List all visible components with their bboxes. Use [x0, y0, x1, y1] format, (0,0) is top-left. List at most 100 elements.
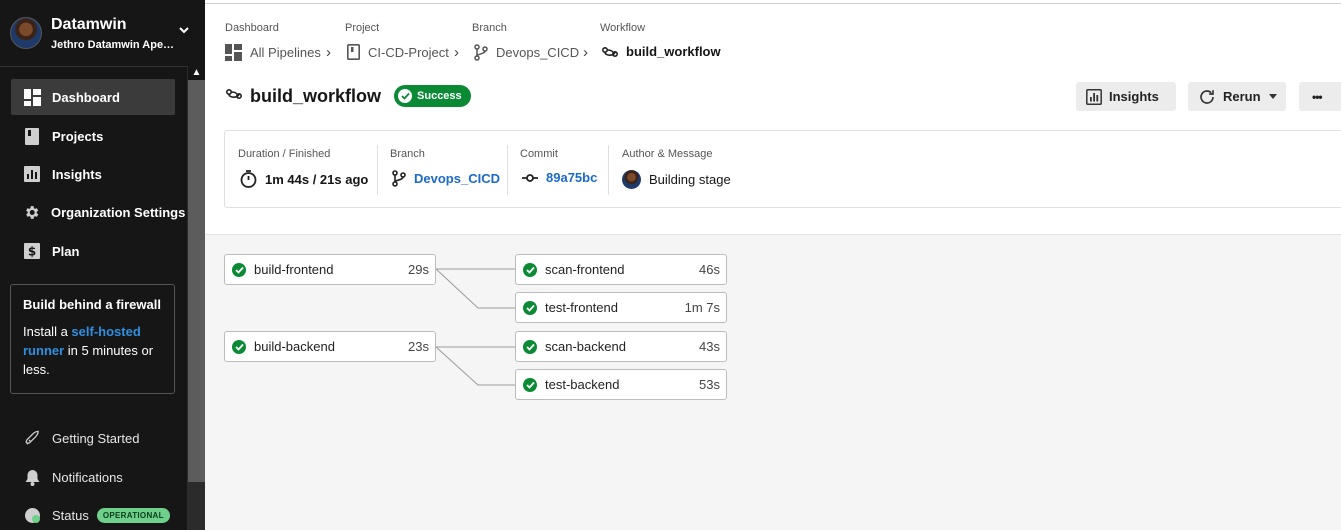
workflow-header: build_workflow Success	[225, 85, 471, 107]
page-title: build_workflow	[250, 85, 382, 106]
sidebar-item-label: Insights	[52, 166, 102, 182]
duration-value: 1m 44s / 21s ago	[265, 171, 369, 187]
chevron-right-icon: ›	[454, 44, 459, 61]
author-label: Author & Message	[622, 148, 713, 160]
branch-value: Devops_CICD	[414, 171, 500, 186]
more-options-button[interactable]: •••	[1299, 82, 1341, 111]
success-check-icon	[523, 262, 537, 277]
rerun-button[interactable]: Rerun	[1188, 82, 1286, 111]
firewall-promo: Build behind a firewall Install a self-h…	[10, 284, 175, 394]
branch-icon	[392, 170, 406, 187]
job-test-frontend[interactable]: test-frontend 1m 7s	[515, 292, 727, 323]
sidebar-item-dashboard[interactable]: Dashboard	[11, 79, 175, 115]
breadcrumb-current-workflow: build_workflow	[602, 44, 721, 59]
sidebar-item-label: Dashboard	[52, 89, 120, 105]
job-name: build-backend	[254, 339, 335, 354]
status-icon	[23, 506, 41, 524]
breadcrumb-value: Devops_CICD	[496, 45, 580, 60]
bell-icon	[23, 468, 41, 486]
commit-icon	[522, 173, 538, 183]
job-test-backend[interactable]: test-backend 53s	[515, 369, 727, 400]
sidebar-item-insights[interactable]: Insights	[11, 156, 175, 192]
rocket-icon	[23, 429, 41, 447]
success-check-icon	[523, 339, 537, 354]
workflow-icon	[602, 46, 618, 58]
org-name: Datamwin	[51, 16, 127, 33]
firewall-text: Install a self-hosted runner in 5 minute…	[23, 322, 162, 379]
org-switcher[interactable]: Datamwin Jethro Datamwin Ape…	[8, 14, 198, 60]
sidebar-item-notifications[interactable]: Notifications	[23, 466, 123, 488]
breadcrumb-value: All Pipelines	[250, 45, 321, 60]
success-check-icon	[232, 339, 246, 354]
breadcrumb-value: CI-CD-Project	[368, 44, 449, 60]
job-name: build-frontend	[254, 262, 334, 277]
job-scan-backend[interactable]: scan-backend 43s	[515, 331, 727, 362]
commit-link[interactable]: 89a75bc	[522, 170, 597, 185]
author-avatar	[622, 170, 641, 189]
sidebar-scroll-thumb[interactable]	[188, 80, 205, 482]
sidebar-item-status[interactable]: Status OPERATIONAL	[23, 504, 170, 526]
sidebar-item-label: Notifications	[52, 469, 123, 485]
job-duration: 29s	[408, 262, 429, 277]
job-build-backend[interactable]: build-backend 23s	[224, 331, 436, 362]
success-check-icon	[523, 300, 537, 315]
breadcrumb-label: Dashboard	[225, 22, 279, 34]
insights-icon	[23, 165, 41, 183]
commit-message: Building stage	[649, 172, 731, 187]
sidebar-item-getting-started[interactable]: Getting Started	[23, 427, 139, 449]
sidebar-item-label: Organization Settings	[51, 204, 186, 220]
user-avatar	[10, 17, 42, 49]
pipelines-icon	[225, 44, 242, 61]
job-name: test-backend	[545, 377, 620, 392]
job-duration: 53s	[699, 377, 720, 392]
firewall-text-before: Install a	[23, 324, 72, 339]
dollar-icon: $	[23, 242, 41, 260]
sidebar-item-projects[interactable]: Projects	[11, 118, 175, 154]
caret-down-icon	[1268, 94, 1277, 99]
stopwatch-icon	[240, 170, 257, 188]
scroll-up-arrow-icon[interactable]: ▲	[188, 66, 205, 80]
status-badge: Success	[394, 85, 471, 107]
project-icon	[347, 44, 360, 60]
sidebar-item-label: Status	[52, 507, 89, 523]
breadcrumb-workflow: Workflow build_workflow	[600, 22, 721, 59]
workflow-info-card: Duration / Finished 1m 44s / 21s ago Bra…	[224, 130, 1341, 208]
commit-label: Commit	[520, 148, 558, 160]
workflow-icon	[225, 87, 243, 105]
breadcrumb-label: Workflow	[600, 22, 646, 34]
top-border	[205, 3, 1341, 4]
gear-icon	[23, 203, 40, 221]
job-duration: 23s	[408, 339, 429, 354]
user-name: Jethro Datamwin Ape…	[51, 39, 175, 51]
svg-text:$: $	[28, 245, 36, 259]
author-row: Building stage	[622, 170, 731, 189]
sidebar: Datamwin Jethro Datamwin Ape… Dashboard …	[0, 0, 205, 530]
job-duration: 46s	[699, 262, 720, 277]
status-badge: OPERATIONAL	[96, 507, 170, 523]
success-check-icon	[523, 377, 537, 392]
info-divider	[507, 145, 508, 195]
sidebar-item-label: Getting Started	[52, 430, 140, 446]
job-scan-frontend[interactable]: scan-frontend 46s	[515, 254, 727, 285]
job-name: test-frontend	[545, 300, 618, 315]
breadcrumb-link-all-pipelines[interactable]: All Pipelines	[225, 44, 321, 61]
duration-value-row: 1m 44s / 21s ago	[240, 170, 368, 188]
sidebar-item-plan[interactable]: $ Plan	[11, 233, 175, 269]
job-build-frontend[interactable]: build-frontend 29s	[224, 254, 436, 285]
branch-link[interactable]: Devops_CICD	[392, 170, 500, 187]
job-duration: 43s	[699, 339, 720, 354]
info-divider	[608, 145, 609, 195]
sidebar-item-organization-settings[interactable]: Organization Settings	[11, 194, 185, 230]
branch-label: Branch	[390, 148, 425, 160]
rerun-label: Rerun	[1223, 89, 1261, 104]
status-text: Success	[417, 90, 462, 102]
insights-button[interactable]: Insights	[1076, 82, 1176, 111]
breadcrumb-label: Project	[345, 22, 380, 34]
breadcrumb-link-branch[interactable]: Devops_CICD	[474, 44, 579, 61]
breadcrumb-project: Project CI-CD-Project	[345, 22, 449, 60]
chevron-down-icon[interactable]	[178, 24, 190, 36]
chevron-right-icon: ›	[326, 44, 331, 61]
breadcrumb-branch: Branch Devops_CICD	[472, 22, 579, 61]
breadcrumb-link-project[interactable]: CI-CD-Project	[347, 44, 449, 60]
projects-icon	[23, 127, 41, 145]
